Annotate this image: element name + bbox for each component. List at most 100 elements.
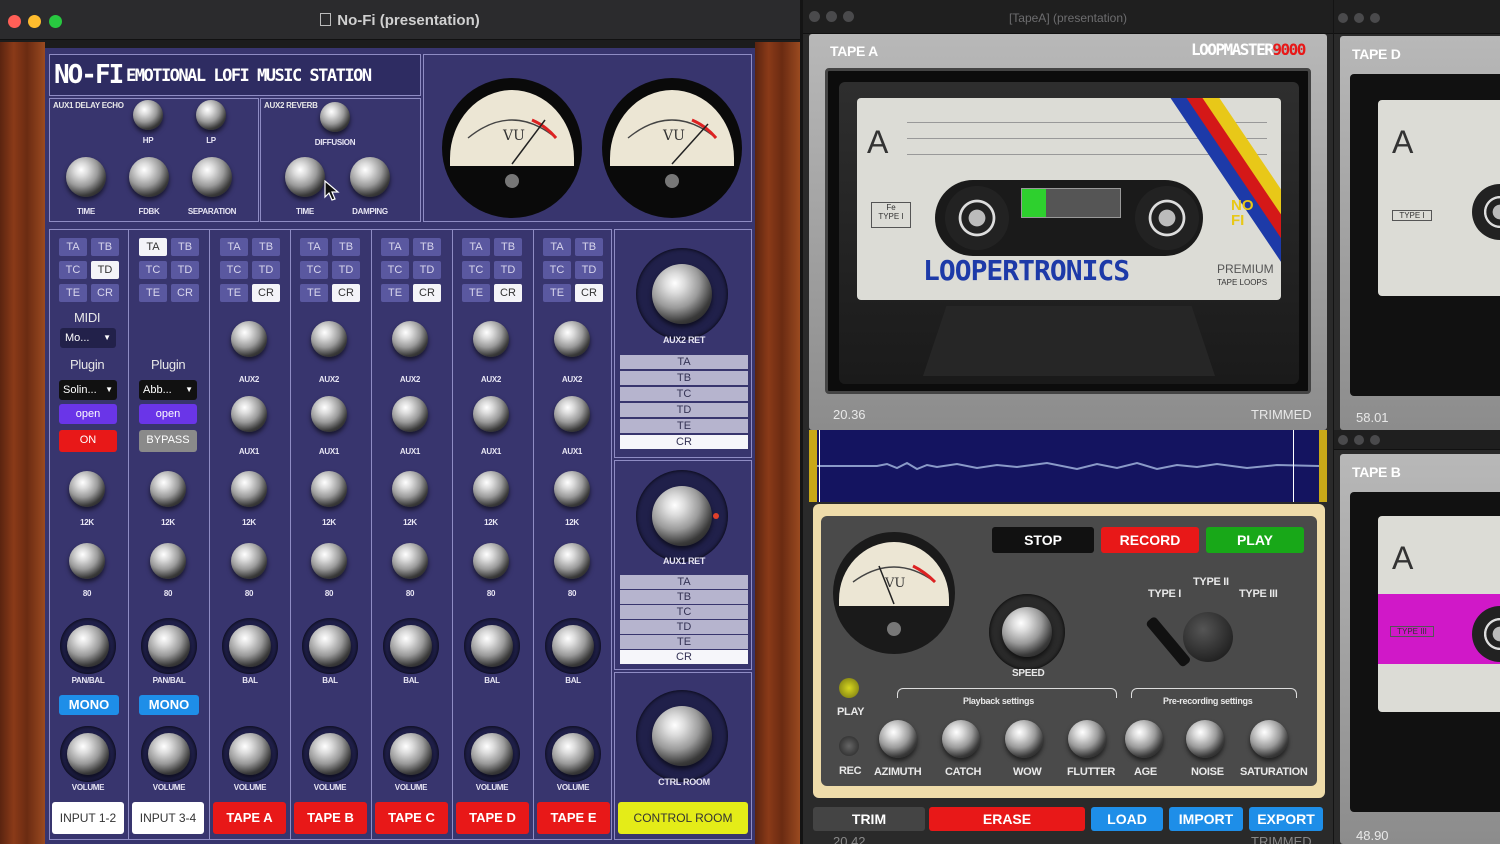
ch3-route-tb[interactable]: TB bbox=[252, 238, 280, 256]
ch5-12k-knob[interactable] bbox=[392, 471, 428, 507]
aux1-fdbk-knob[interactable] bbox=[129, 157, 169, 197]
ch5-route-td[interactable]: TD bbox=[413, 261, 441, 279]
ch2-route-tc[interactable]: TC bbox=[139, 261, 167, 279]
ch4-aux2-knob[interactable] bbox=[311, 321, 347, 357]
ch3-aux1-knob[interactable] bbox=[231, 396, 267, 432]
ch2-pan-knob[interactable] bbox=[148, 625, 190, 667]
ch1-plugin-select[interactable]: Solin... ▼ bbox=[59, 380, 117, 400]
stop-button[interactable]: STOP bbox=[992, 527, 1094, 553]
ch1-route-tc[interactable]: TC bbox=[59, 261, 87, 279]
ch1-route-ta[interactable]: TA bbox=[59, 238, 87, 256]
ch1-mono-button[interactable]: MONO bbox=[59, 695, 119, 715]
ch2-open-button[interactable]: open bbox=[139, 404, 197, 424]
ch1-80-knob[interactable] bbox=[69, 543, 105, 579]
ch1-on-button[interactable]: ON bbox=[59, 430, 117, 452]
aux2-ret-route-te[interactable]: TE bbox=[620, 419, 748, 433]
ch5-volume-knob[interactable] bbox=[390, 733, 432, 775]
catch-knob[interactable] bbox=[942, 720, 980, 758]
ch4-route-td[interactable]: TD bbox=[332, 261, 360, 279]
channel-tape-a[interactable]: TAPE A bbox=[213, 802, 286, 834]
saturation-knob[interactable] bbox=[1250, 720, 1288, 758]
ch1-route-tb[interactable]: TB bbox=[91, 238, 119, 256]
channel-input-3-4[interactable]: INPUT 3-4 bbox=[132, 802, 204, 834]
aux1-separation-knob[interactable] bbox=[192, 157, 232, 197]
ch1-route-td[interactable]: TD bbox=[91, 261, 119, 279]
ch7-route-cr[interactable]: CR bbox=[575, 284, 603, 302]
aux1-ret-route-cr[interactable]: CR bbox=[620, 650, 748, 664]
aux2-ret-route-ta[interactable]: TA bbox=[620, 355, 748, 369]
ch4-route-cr[interactable]: CR bbox=[332, 284, 360, 302]
ch6-aux1-knob[interactable] bbox=[473, 396, 509, 432]
aux2-diffusion-knob[interactable] bbox=[320, 102, 350, 132]
ch1-route-te[interactable]: TE bbox=[59, 284, 87, 302]
play-button[interactable]: PLAY bbox=[1206, 527, 1304, 553]
ch7-80-knob[interactable] bbox=[554, 543, 590, 579]
ch6-bal-knob[interactable] bbox=[471, 625, 513, 667]
control-room-button[interactable]: CONTROL ROOM bbox=[618, 802, 748, 834]
ch2-route-tb[interactable]: TB bbox=[171, 238, 199, 256]
ch1-open-button[interactable]: open bbox=[59, 404, 117, 424]
ch2-route-ta[interactable]: TA bbox=[139, 238, 167, 256]
aux1-ret-route-tb[interactable]: TB bbox=[620, 590, 748, 604]
ch7-route-tc[interactable]: TC bbox=[543, 261, 571, 279]
ch1-route-cr[interactable]: CR bbox=[91, 284, 119, 302]
tape-type-selector[interactable] bbox=[1183, 612, 1233, 662]
channel-tape-b[interactable]: TAPE B bbox=[294, 802, 367, 834]
ch6-80-knob[interactable] bbox=[473, 543, 509, 579]
ch3-aux2-knob[interactable] bbox=[231, 321, 267, 357]
ch7-route-td[interactable]: TD bbox=[575, 261, 603, 279]
ch5-aux1-knob[interactable] bbox=[392, 396, 428, 432]
close-button[interactable] bbox=[1338, 435, 1348, 445]
ch7-12k-knob[interactable] bbox=[554, 471, 590, 507]
aux1-ret-route-te[interactable]: TE bbox=[620, 635, 748, 649]
import-button[interactable]: IMPORT bbox=[1169, 807, 1243, 831]
ch5-route-tc[interactable]: TC bbox=[381, 261, 409, 279]
ch6-route-te[interactable]: TE bbox=[462, 284, 490, 302]
channel-input-1-2[interactable]: INPUT 1-2 bbox=[52, 802, 124, 834]
ch7-route-ta[interactable]: TA bbox=[543, 238, 571, 256]
aux2-ret-route-tb[interactable]: TB bbox=[620, 371, 748, 385]
aux2-time-knob[interactable] bbox=[285, 157, 325, 197]
ch4-80-knob[interactable] bbox=[311, 543, 347, 579]
noise-knob[interactable] bbox=[1186, 720, 1224, 758]
ch2-route-cr[interactable]: CR bbox=[171, 284, 199, 302]
aux1-ret-route-td[interactable]: TD bbox=[620, 620, 748, 634]
ch6-route-ta[interactable]: TA bbox=[462, 238, 490, 256]
channel-tape-c[interactable]: TAPE C bbox=[375, 802, 448, 834]
ch3-route-td[interactable]: TD bbox=[252, 261, 280, 279]
ch2-80-knob[interactable] bbox=[150, 543, 186, 579]
zoom-button[interactable] bbox=[1370, 13, 1380, 23]
ch5-route-te[interactable]: TE bbox=[381, 284, 409, 302]
aux2-ret-knob[interactable] bbox=[652, 264, 712, 324]
ch6-aux2-knob[interactable] bbox=[473, 321, 509, 357]
erase-button[interactable]: ERASE bbox=[929, 807, 1085, 831]
age-knob[interactable] bbox=[1125, 720, 1163, 758]
ch5-bal-knob[interactable] bbox=[390, 625, 432, 667]
ch4-route-tc[interactable]: TC bbox=[300, 261, 328, 279]
close-button[interactable] bbox=[1338, 13, 1348, 23]
ch3-route-tc[interactable]: TC bbox=[220, 261, 248, 279]
ch3-80-knob[interactable] bbox=[231, 543, 267, 579]
ch3-bal-knob[interactable] bbox=[229, 625, 271, 667]
ch3-volume-knob[interactable] bbox=[229, 733, 271, 775]
aux1-ret-route-tc[interactable]: TC bbox=[620, 605, 748, 619]
ch7-bal-knob[interactable] bbox=[552, 625, 594, 667]
zoom-button[interactable] bbox=[1370, 435, 1380, 445]
midi-select[interactable]: Mo... ▼ bbox=[60, 328, 116, 348]
ch2-bypass-button[interactable]: BYPASS bbox=[139, 430, 197, 452]
ch3-route-cr[interactable]: CR bbox=[252, 284, 280, 302]
ch6-12k-knob[interactable] bbox=[473, 471, 509, 507]
ch6-route-td[interactable]: TD bbox=[494, 261, 522, 279]
window-titlebar[interactable]: No-Fi (presentation) bbox=[0, 0, 800, 40]
ch2-volume-knob[interactable] bbox=[148, 733, 190, 775]
wow-knob[interactable] bbox=[1005, 720, 1043, 758]
ch4-volume-knob[interactable] bbox=[309, 733, 351, 775]
tape-window-titlebar[interactable]: [TapeA] (presentation) bbox=[803, 0, 1333, 34]
ch7-aux2-knob[interactable] bbox=[554, 321, 590, 357]
record-button[interactable]: RECORD bbox=[1101, 527, 1199, 553]
trim-button[interactable]: TRIM bbox=[813, 807, 925, 831]
ch2-route-te[interactable]: TE bbox=[139, 284, 167, 302]
ch4-route-tb[interactable]: TB bbox=[332, 238, 360, 256]
minimize-button[interactable] bbox=[1354, 435, 1364, 445]
minimize-button[interactable] bbox=[1354, 13, 1364, 23]
